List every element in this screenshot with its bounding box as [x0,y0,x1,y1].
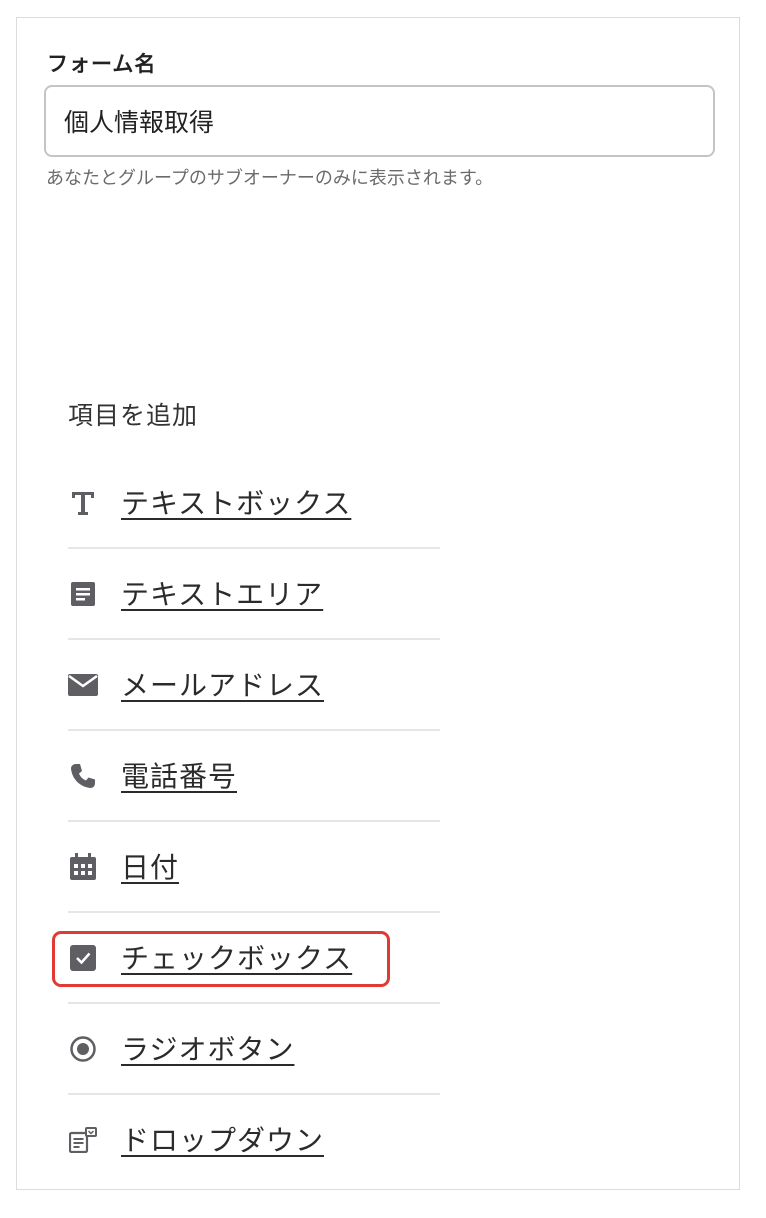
calendar-icon [68,852,98,882]
text-area-icon [68,579,98,609]
list-item: テキストボックス [68,458,440,549]
list-item: メールアドレス [68,640,440,731]
dropdown-icon [68,1125,98,1155]
envelope-icon [68,670,98,700]
add-item-heading: 項目を追加 [68,401,199,430]
add-textbox-link[interactable]: テキストボックス [121,482,351,522]
add-item-list: テキストボックス テキストエリア メールアドレス 電話番号 日付 チェックボック… [68,458,440,1186]
list-item: ドロップダウン [68,1095,440,1186]
add-checkbox-link[interactable]: チェックボックス [121,937,352,977]
add-email-link[interactable]: メールアドレス [121,664,324,704]
form-settings-panel: フォーム名 あなたとグループのサブオーナーのみに表示されます。 項目を追加 テキ… [16,17,740,1190]
list-item: ラジオボタン [68,1004,440,1095]
list-item: テキストエリア [68,549,440,640]
form-name-help-text: あなたとグループのサブオーナーのみに表示されます。 [46,168,494,189]
add-textarea-link[interactable]: テキストエリア [121,573,323,613]
checkbox-icon [68,943,98,973]
list-item: 電話番号 [68,731,440,822]
form-name-input[interactable] [44,85,715,157]
list-item: チェックボックス [68,913,440,1004]
radio-icon [68,1034,98,1064]
form-name-label: フォーム名 [47,52,157,76]
add-phone-link[interactable]: 電話番号 [121,755,237,795]
add-dropdown-link[interactable]: ドロップダウン [121,1119,324,1159]
phone-icon [68,761,98,791]
add-radio-link[interactable]: ラジオボタン [121,1028,294,1068]
add-date-link[interactable]: 日付 [121,846,179,886]
text-t-icon [68,488,98,518]
list-item: 日付 [68,822,440,913]
